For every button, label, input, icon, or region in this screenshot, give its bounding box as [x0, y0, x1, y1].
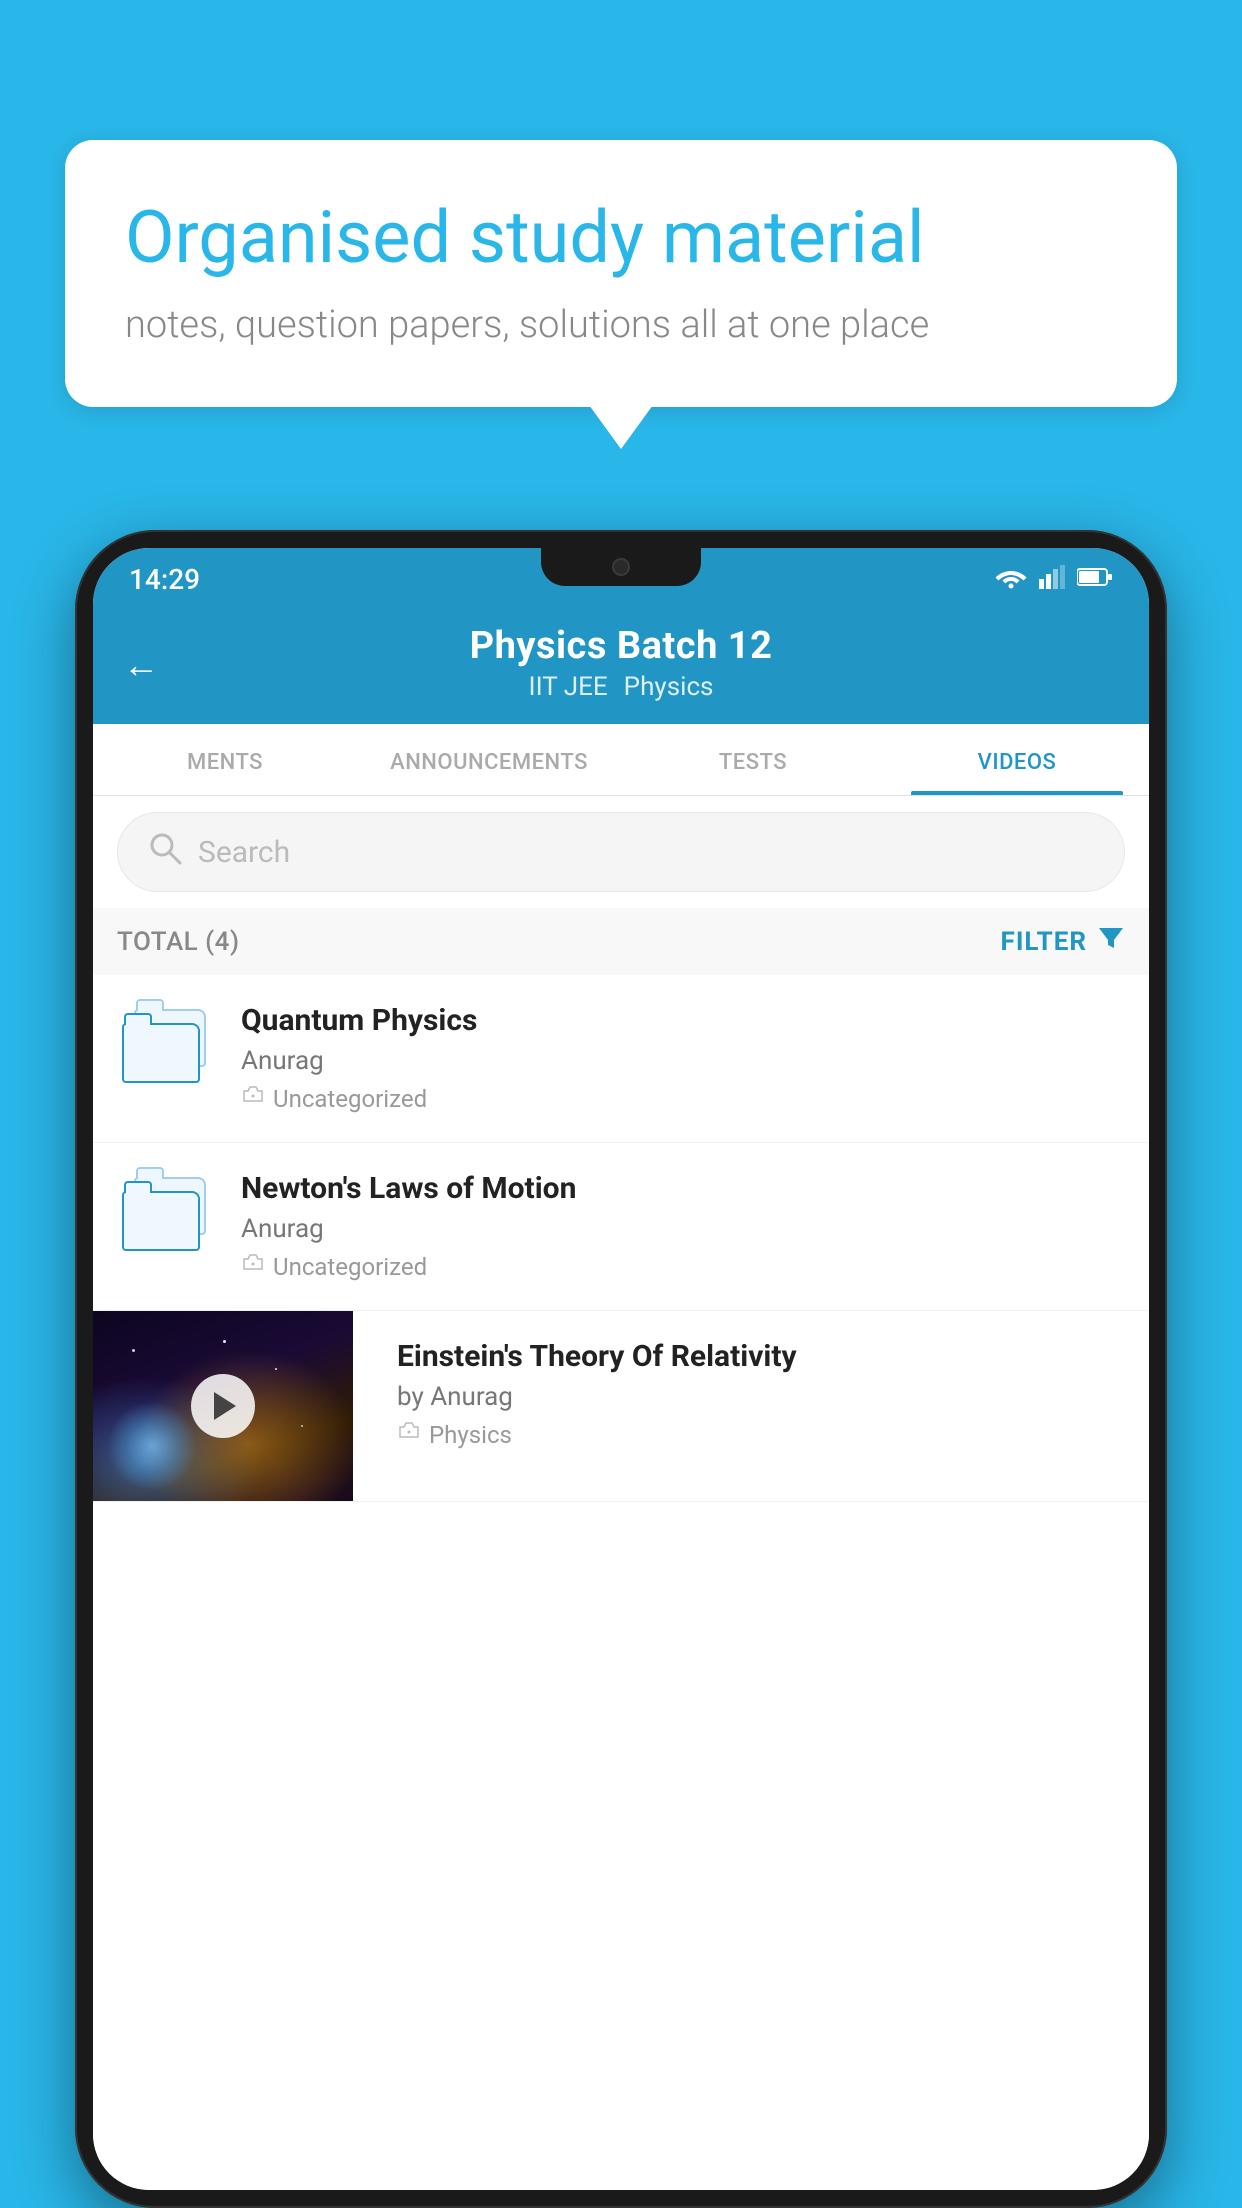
bubble-title: Organised study material	[125, 195, 1117, 281]
phone-wrapper: 14:29	[75, 530, 1167, 2208]
phone-notch	[541, 548, 701, 586]
filter-funnel-icon	[1097, 924, 1125, 959]
bubble-subtitle: notes, question papers, solutions all at…	[125, 303, 1117, 347]
status-time: 14:29	[129, 563, 200, 596]
video-tag-1: Uncategorized	[241, 1084, 1125, 1114]
list-item[interactable]: Newton's Laws of Motion Anurag Uncategor…	[93, 1143, 1149, 1311]
tag-icon-1	[241, 1084, 265, 1114]
search-icon	[148, 831, 182, 873]
video-title-1: Quantum Physics	[241, 1003, 1125, 1038]
search-placeholder: Search	[198, 835, 290, 870]
filter-button[interactable]: FILTER	[1001, 924, 1125, 959]
header-title: Physics Batch 12	[470, 624, 773, 668]
search-bar[interactable]: Search	[117, 812, 1125, 892]
phone-outer: 14:29	[75, 530, 1167, 2208]
filter-row: TOTAL (4) FILTER	[93, 908, 1149, 975]
battery-icon	[1077, 567, 1113, 591]
status-icons	[995, 565, 1113, 593]
search-container: Search	[93, 796, 1149, 908]
video-title-2: Newton's Laws of Motion	[241, 1171, 1125, 1206]
header-subtitle: IIT JEE Physics	[529, 672, 714, 702]
video-info-3: Einstein's Theory Of Relativity by Anura…	[377, 1311, 1149, 1478]
tag-icon-3	[397, 1420, 421, 1450]
folder-icon-1	[117, 1003, 217, 1089]
phone-screen: 14:29	[93, 548, 1149, 2190]
wifi-icon	[995, 565, 1027, 593]
video-thumbnail-3	[93, 1311, 353, 1501]
video-author-3: by Anurag	[397, 1382, 1129, 1412]
camera-dot	[612, 558, 630, 576]
list-item[interactable]: Einstein's Theory Of Relativity by Anura…	[93, 1311, 1149, 1502]
filter-label: FILTER	[1001, 927, 1087, 957]
back-button[interactable]: ←	[123, 644, 159, 686]
header-tag2: Physics	[624, 672, 714, 702]
video-info-2: Newton's Laws of Motion Anurag Uncategor…	[241, 1171, 1125, 1282]
video-info-1: Quantum Physics Anurag Uncategorized	[241, 1003, 1125, 1114]
video-author-1: Anurag	[241, 1046, 1125, 1076]
tab-tests[interactable]: TESTS	[621, 724, 885, 795]
video-title-3: Einstein's Theory Of Relativity	[397, 1339, 1129, 1374]
video-list: Quantum Physics Anurag Uncategorized	[93, 975, 1149, 2190]
total-label: TOTAL (4)	[117, 927, 240, 957]
video-tag-3: Physics	[397, 1420, 1129, 1450]
signal-icon	[1039, 565, 1065, 593]
tab-bar: MENTS ANNOUNCEMENTS TESTS VIDEOS	[93, 724, 1149, 796]
list-item[interactable]: Quantum Physics Anurag Uncategorized	[93, 975, 1149, 1143]
tab-announcements[interactable]: ANNOUNCEMENTS	[357, 724, 621, 795]
video-author-2: Anurag	[241, 1214, 1125, 1244]
folder-icon-2	[117, 1171, 217, 1257]
speech-bubble: Organised study material notes, question…	[65, 140, 1177, 407]
tab-ments[interactable]: MENTS	[93, 724, 357, 795]
app-header: ← Physics Batch 12 IIT JEE Physics	[93, 606, 1149, 724]
video-tag-2: Uncategorized	[241, 1252, 1125, 1282]
tag-icon-2	[241, 1252, 265, 1282]
tab-videos[interactable]: VIDEOS	[885, 724, 1149, 795]
play-button-3[interactable]	[191, 1374, 255, 1438]
header-tag1: IIT JEE	[529, 672, 608, 702]
